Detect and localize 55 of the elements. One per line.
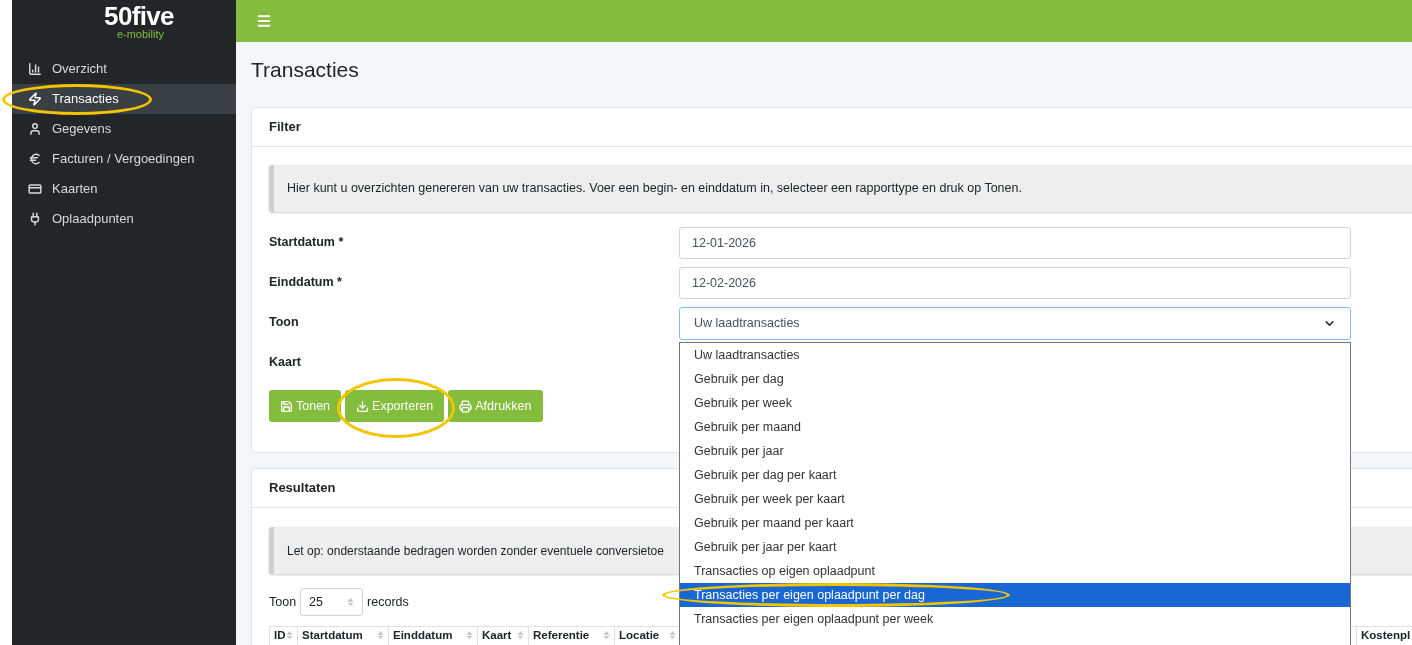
dropdown-option[interactable]: Gebruik per dag <box>680 367 1350 391</box>
date-field[interactable]: 12-01-2026 <box>679 227 1351 259</box>
dropdown-option[interactable]: Gebruik per week per kaart <box>680 487 1350 511</box>
sidebar-item[interactable]: Overzicht <box>12 54 236 84</box>
sidebar-item[interactable]: Oplaadpunten <box>12 204 236 234</box>
euro-icon <box>28 152 42 166</box>
column-header[interactable]: ID <box>269 627 297 645</box>
plug-icon <box>28 212 42 226</box>
dropdown-option[interactable]: Gebruik per jaar per kaart <box>680 535 1350 559</box>
column-header[interactable]: Kaart <box>477 627 528 645</box>
field-label: Toon <box>269 314 300 331</box>
sort-icon <box>603 630 610 640</box>
column-header[interactable]: Einddatum <box>388 627 477 645</box>
menu-icon[interactable] <box>256 13 272 29</box>
report-type-select[interactable]: Uw laadtransacties <box>679 306 1351 340</box>
dropdown-option[interactable]: Gebruik per jaar <box>680 439 1350 463</box>
sort-icon <box>517 630 524 640</box>
card-title: Resultaten <box>269 479 336 498</box>
dropdown-option[interactable]: Transacties per eigen oplaadpunt per week <box>680 607 1350 631</box>
sort-icon <box>286 630 293 640</box>
page-size-suffix: records <box>367 593 409 611</box>
field-label: Einddatum * <box>269 274 343 291</box>
column-header[interactable]: Referentie <box>528 627 614 645</box>
page-size-select[interactable]: 25 <box>300 588 364 616</box>
date-field[interactable]: 12-02-2026 <box>679 267 1351 299</box>
sidebar-item[interactable]: Gegevens <box>12 114 236 144</box>
dropdown-option[interactable]: Gebruik per dag per kaart <box>680 463 1350 487</box>
sort-icon <box>377 630 384 640</box>
printer-icon <box>459 399 473 413</box>
logo-brand: 50five <box>104 2 174 29</box>
sidebar-item[interactable]: Transacties <box>12 84 236 114</box>
card-title: Filter <box>269 118 301 137</box>
sort-icon <box>347 597 355 607</box>
dropdown-option[interactable]: Uw laadtransacties <box>680 343 1350 367</box>
save-icon <box>280 399 293 413</box>
dropdown-option[interactable]: Gebruik per week <box>680 391 1350 415</box>
page-title: Transacties <box>251 57 360 83</box>
info-callout: Hier kunt u overzichten genereren van uw transacties. Voer een begin- en einddatum in, selecteer een rapporttype en druk op Tonen. <box>269 165 1412 212</box>
column-header[interactable]: Kostenpl <box>1356 627 1412 645</box>
credit-card-icon <box>28 182 42 196</box>
dropdown-option[interactable]: Transacties per eigen oplaadpunt per dag <box>680 583 1350 607</box>
download-icon <box>356 399 370 413</box>
bar-chart-icon <box>28 62 42 76</box>
logo-tagline: e-mobility <box>116 28 164 40</box>
sidebar-item[interactable]: Kaarten <box>12 174 236 204</box>
field-label: Startdatum * <box>269 234 345 251</box>
sidebar-item[interactable]: Facturen / Vergoedingen <box>12 144 236 174</box>
sort-icon <box>669 630 676 640</box>
user-icon <box>28 122 42 136</box>
page-size-label: Toon <box>269 593 297 611</box>
dropdown-option[interactable]: Gebruik per maand <box>680 415 1350 439</box>
lightning-bolt-icon <box>28 92 42 106</box>
column-header[interactable]: Startdatum <box>297 627 388 645</box>
sort-icon <box>466 630 473 640</box>
field-label: Kaart <box>269 354 302 371</box>
